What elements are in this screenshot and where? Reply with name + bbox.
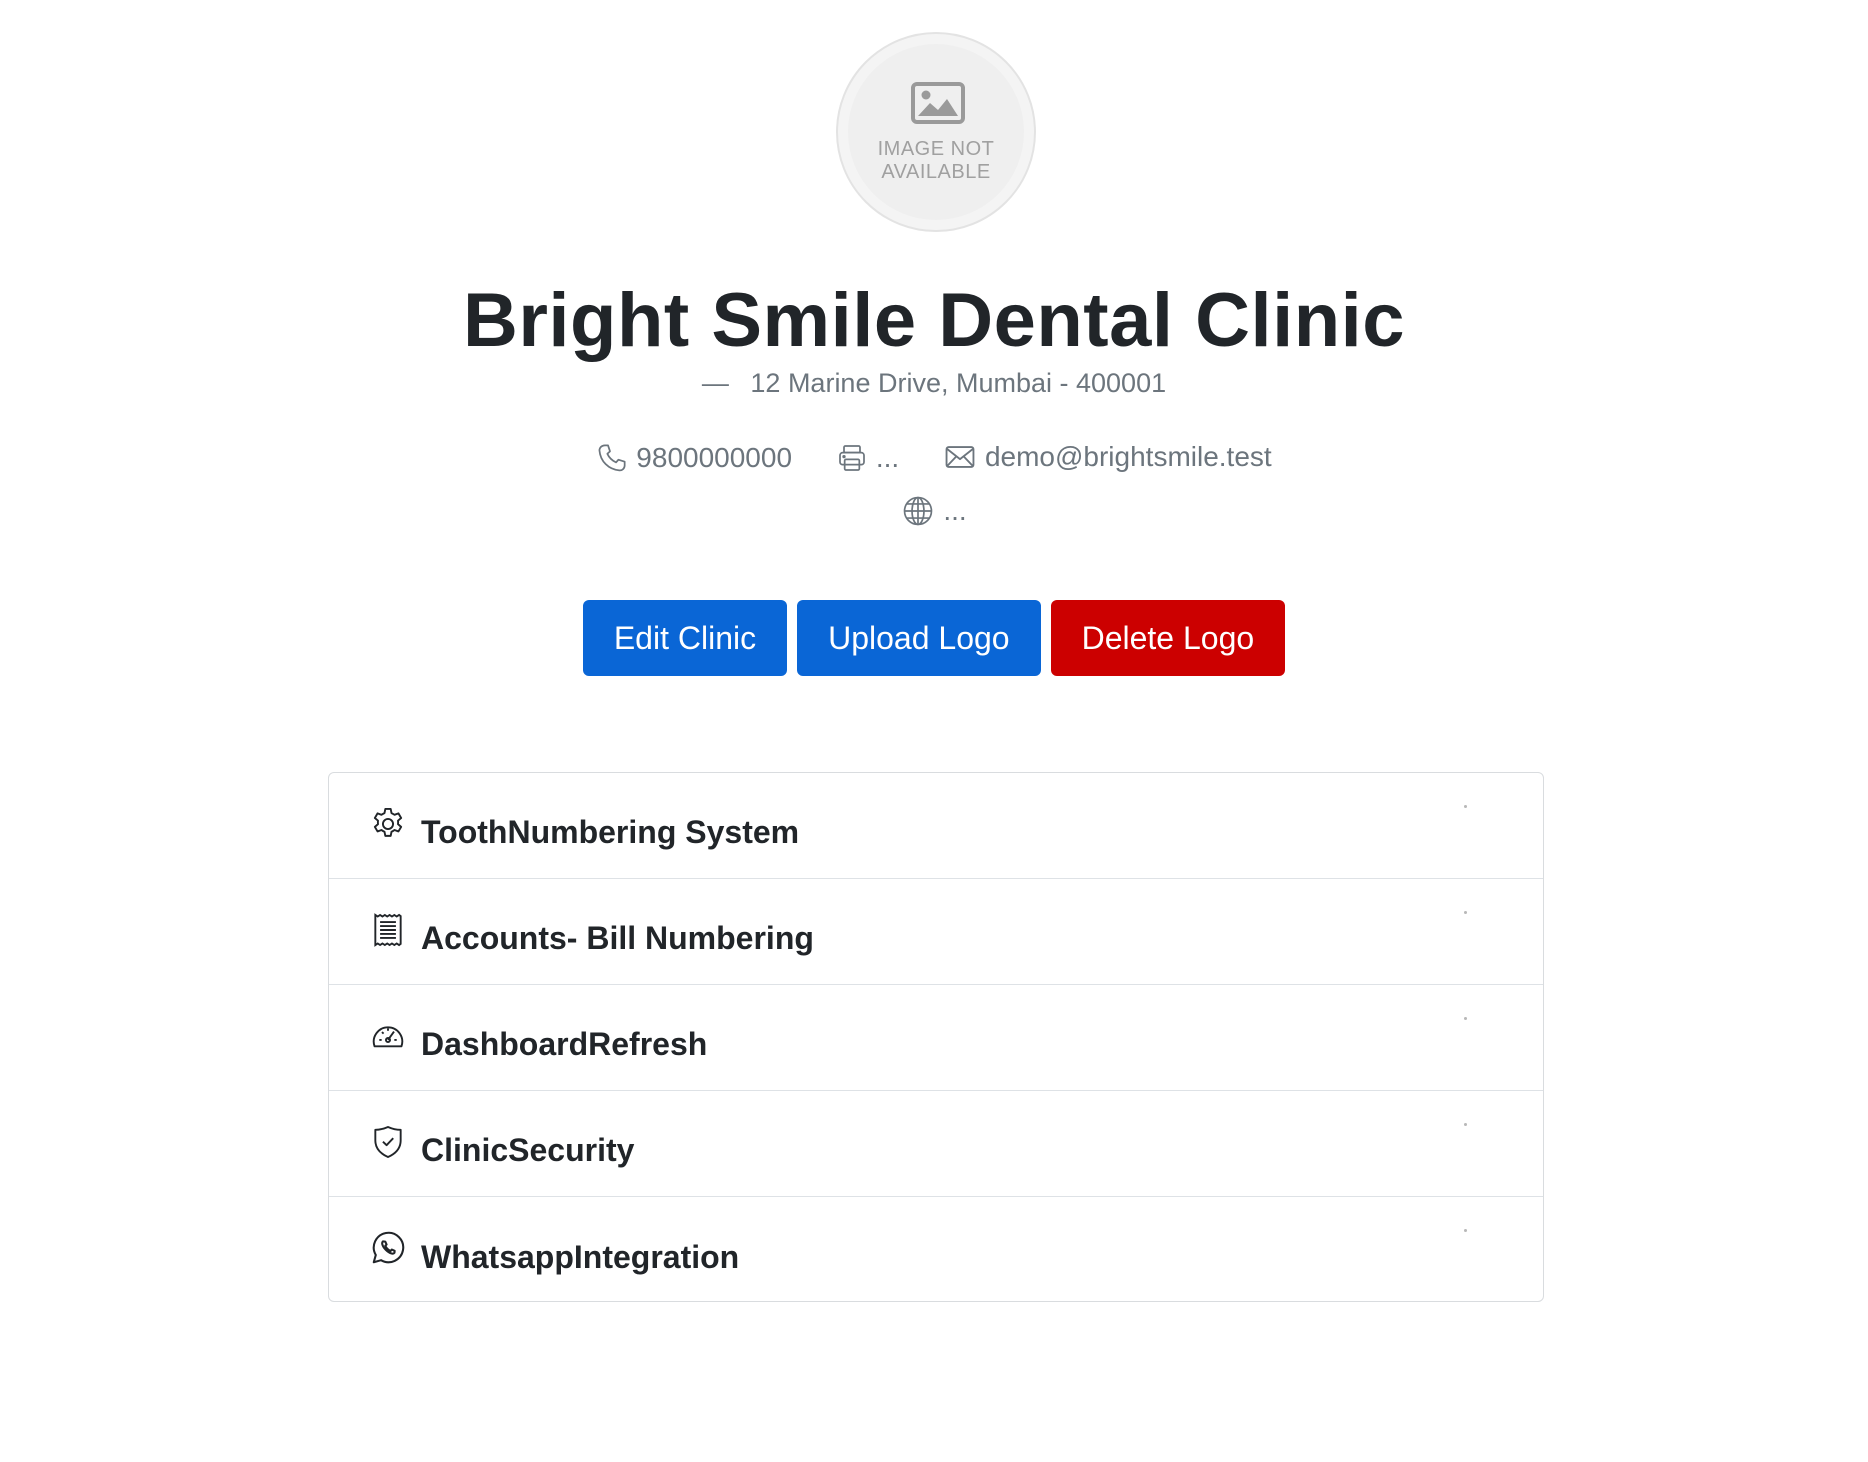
phone-icon [598,444,626,472]
settings-item-tooth-numbering[interactable]: ToothNumbering System [329,773,1543,879]
row-indicator [1464,1229,1467,1232]
settings-item-whatsapp-integration[interactable]: WhatsappIntegration [329,1197,1543,1303]
clinic-profile-page: IMAGE NOT AVAILABLE Bright Smile Dental … [0,0,1868,1462]
gear-icon [369,805,407,843]
clinic-address-line: — 12 Marine Drive, Mumbai - 400001 [0,366,1868,400]
clinic-actions: Edit Clinic Upload Logo Delete Logo [0,600,1868,676]
fax-contact: ... [836,441,899,475]
upload-logo-button[interactable]: Upload Logo [797,600,1041,676]
phone-contact: 9800000000 [596,441,792,475]
clinic-logo: IMAGE NOT AVAILABLE [836,32,1036,232]
edit-clinic-button[interactable]: Edit Clinic [582,600,788,676]
settings-item-label: ToothNumbering System [421,814,800,850]
settings-list: ToothNumbering System Accounts- Bill Num… [328,772,1544,1302]
row-indicator [1464,1123,1467,1126]
whatsapp-icon [369,1229,407,1267]
settings-item-label: Accounts- Bill Numbering [421,920,814,956]
fax-number: ... [875,442,900,473]
settings-item-label: WhatsappIntegration [421,1238,740,1275]
settings-item-label: DashboardRefresh [421,1026,708,1062]
website-contact: ... [901,494,967,528]
image-icon [911,82,965,124]
globe-icon [904,496,933,526]
envelope-icon [945,446,975,468]
email-contact: demo@brightsmile.test [943,440,1272,474]
logo-placeholder [848,44,1024,220]
contact-row: 9800000000 ... demo@brightsmile.test [0,440,1868,482]
logo-placeholder-text: IMAGE NOT AVAILABLE [877,138,995,183]
printer-icon [838,445,865,471]
settings-item-bill-numbering[interactable]: Accounts- Bill Numbering [329,879,1543,985]
address-dash: — [701,368,729,398]
shield-check-icon [369,1123,407,1161]
delete-logo-button[interactable]: Delete Logo [1050,600,1286,676]
row-indicator [1464,911,1467,914]
settings-item-clinic-security[interactable]: ClinicSecurity [329,1091,1543,1197]
settings-item-dashboard-refresh[interactable]: DashboardRefresh [329,985,1543,1091]
speedometer-icon [369,1017,407,1055]
website-row: ... [0,494,1868,536]
clinic-address: 12 Marine Drive, Mumbai - 400001 [750,368,1167,398]
phone-number: 9800000000 [636,442,793,473]
row-indicator [1464,805,1467,808]
receipt-icon [369,911,407,949]
website-url: ... [943,495,967,526]
settings-item-label: ClinicSecurity [421,1132,635,1168]
row-indicator [1464,1017,1467,1020]
clinic-name: Bright Smile Dental Clinic [462,278,1406,363]
email-address: demo@brightsmile.test [984,441,1272,472]
